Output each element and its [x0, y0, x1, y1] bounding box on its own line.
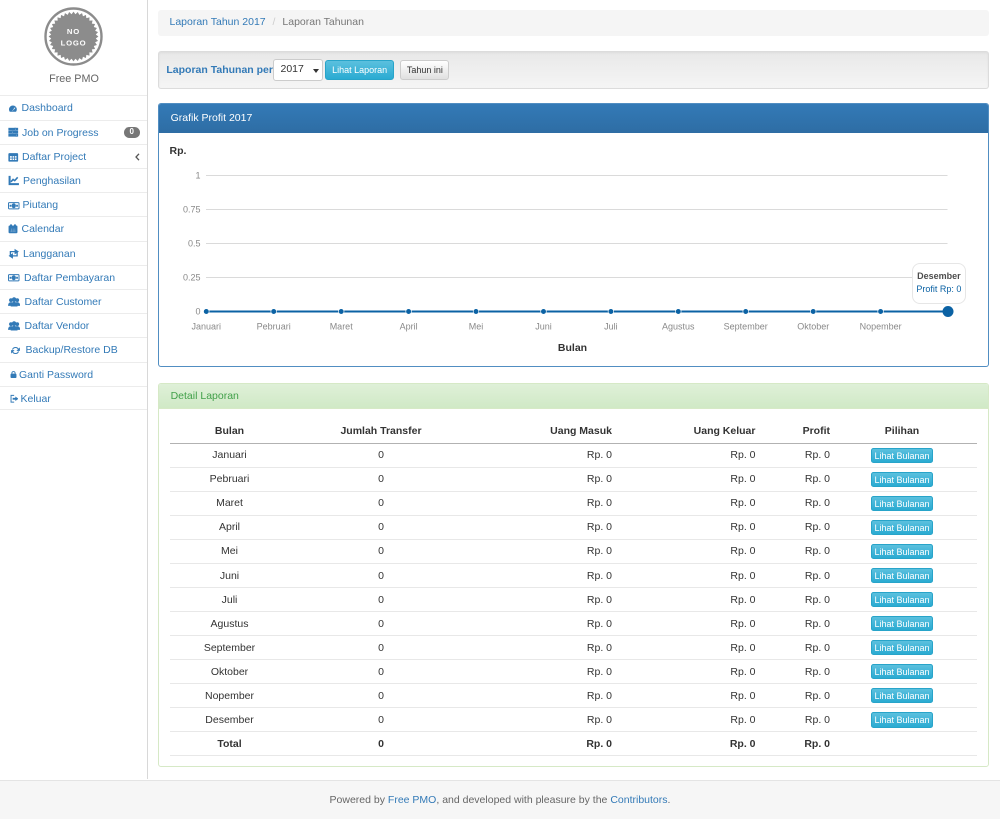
svg-text:Oktober: Oktober	[797, 322, 829, 332]
svg-text:Januari: Januari	[192, 322, 222, 332]
svg-text:0: 0	[195, 307, 200, 317]
svg-text:Nopember: Nopember	[860, 322, 902, 332]
svg-text:0.75: 0.75	[183, 205, 201, 215]
svg-text:Mei: Mei	[469, 322, 484, 332]
svg-text:Pebruari: Pebruari	[257, 322, 291, 332]
svg-text:April: April	[400, 322, 418, 332]
svg-text:Rp.: Rp.	[170, 145, 187, 157]
svg-text:Juni: Juni	[535, 322, 552, 332]
svg-text:Bulan: Bulan	[558, 342, 587, 354]
svg-text:0.5: 0.5	[188, 239, 201, 249]
svg-text:September: September	[724, 322, 768, 332]
svg-text:0.25: 0.25	[183, 273, 201, 283]
svg-text:Agustus: Agustus	[662, 322, 695, 332]
svg-text:1: 1	[195, 171, 200, 181]
svg-text:Juli: Juli	[604, 322, 618, 332]
svg-text:Maret: Maret	[330, 322, 354, 332]
